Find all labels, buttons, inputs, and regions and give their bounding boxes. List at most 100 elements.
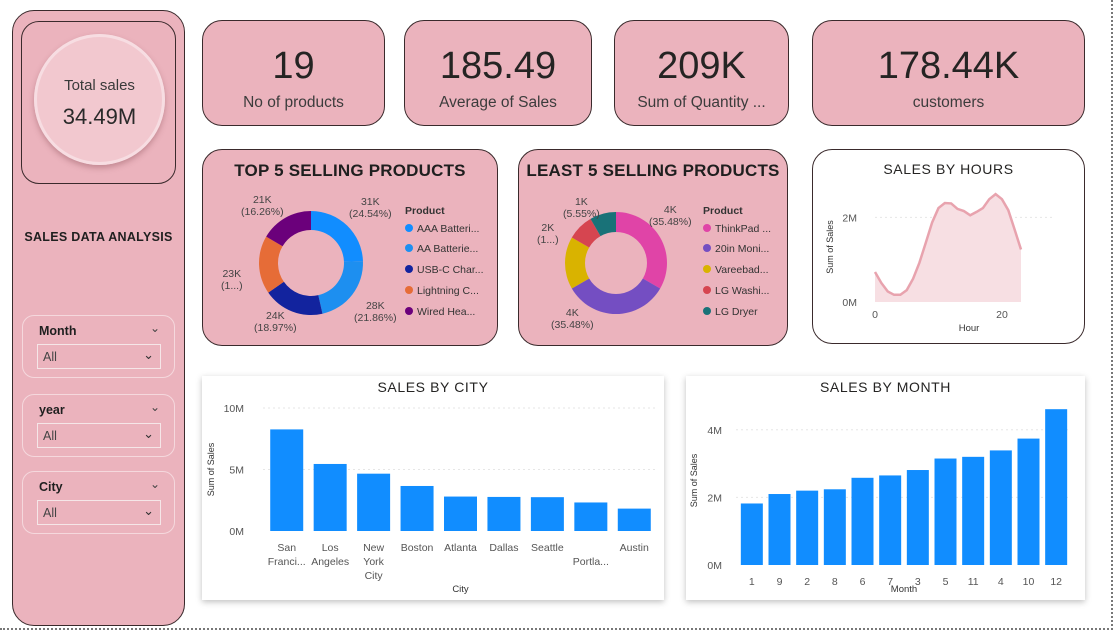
chevron-down-icon[interactable]: ⌄	[150, 321, 160, 335]
city-dropdown[interactable]: All ⌄	[37, 500, 161, 525]
bar	[1045, 409, 1068, 565]
bar	[617, 508, 651, 531]
x-tick-label: 11	[968, 576, 979, 588]
chevron-down-icon: ⌄	[143, 503, 154, 518]
total-sales-value: 34.49M	[62, 104, 137, 129]
kpi-card-customers: 178.44K customers	[812, 20, 1085, 126]
legend-item[interactable]: USB-C Char...	[405, 264, 484, 276]
bar	[400, 485, 434, 531]
x-tick-label: 1	[749, 576, 755, 588]
x-tick-label: 8	[832, 576, 838, 588]
x-tick-label: 4	[998, 576, 1004, 588]
legend-item[interactable]: LG Dryer	[703, 306, 758, 318]
legend-title: Product	[703, 205, 743, 217]
legend-title: Product	[405, 205, 445, 217]
chevron-down-icon: ⌄	[143, 347, 154, 362]
y-tick-label: 10M	[224, 403, 244, 415]
x-tick-label: 12	[1050, 576, 1062, 588]
bar	[270, 429, 304, 531]
bar	[1017, 438, 1040, 565]
bar	[740, 503, 763, 565]
y-tick-label: 2M	[707, 492, 722, 504]
bar	[906, 470, 929, 565]
year-slicer: year ⌄ All ⌄	[22, 394, 175, 457]
x-tick-label: Franci...	[268, 556, 306, 568]
year-dropdown[interactable]: All ⌄	[37, 423, 161, 448]
x-tick-label: York	[363, 556, 384, 568]
legend-item[interactable]: ThinkPad ...	[703, 223, 771, 235]
legend-item[interactable]: LG Washi...	[703, 285, 769, 297]
y-axis-title: Sum of Sales	[206, 442, 216, 496]
x-tick-label: 20	[996, 309, 1008, 321]
donut-label: 1K (5.55%)	[563, 196, 600, 220]
kpi-label: No of products	[243, 94, 344, 111]
y-tick-label: 0M	[229, 526, 244, 538]
x-tick-label: Austin	[620, 542, 649, 554]
kpi-value: 185.49	[439, 45, 557, 87]
y-tick-label: 5M	[229, 465, 244, 477]
x-tick-label: 6	[860, 576, 866, 588]
x-tick-label: Portla...	[573, 556, 609, 568]
bar	[934, 458, 957, 565]
month-dropdown-value: All	[43, 350, 57, 364]
bar	[823, 489, 846, 565]
chevron-down-icon[interactable]: ⌄	[150, 400, 160, 414]
x-axis-title: Month	[891, 584, 917, 595]
x-tick-label: 9	[777, 576, 783, 588]
chevron-down-icon[interactable]: ⌄	[150, 477, 160, 491]
y-tick-label: 4M	[707, 425, 722, 437]
y-axis-title: Sum of Sales	[689, 453, 699, 507]
legend-item[interactable]: Wired Hea...	[405, 306, 475, 318]
legend-item[interactable]: AA Batterie...	[405, 243, 478, 255]
sales-by-city-card: SALES BY CITY 10M 5M 0M San Franci... Los Ange…	[202, 376, 664, 600]
legend-item[interactable]: AAA Batteri...	[405, 223, 479, 235]
bar	[444, 496, 477, 531]
kpi-card-products: 19 No of products	[202, 20, 385, 126]
donut-label: 24K (18.97%)	[254, 310, 297, 334]
x-tick-label: Seattle	[531, 542, 564, 554]
legend-item[interactable]: 20in Moni...	[703, 243, 769, 255]
x-tick-label: 5	[943, 576, 949, 588]
city-slicer: City ⌄ All ⌄	[22, 471, 175, 534]
bar	[487, 496, 521, 531]
x-tick-label: Angeles	[311, 556, 349, 568]
sales-by-month-card: SALES BY MONTH 4M 2M 0M 1 9 2 8 6 7 3 5 11 4 10 12 Mont…	[686, 376, 1085, 600]
legend-item[interactable]: Vareebad...	[703, 264, 769, 276]
sales-by-hours-card: SALES BY HOURS 2M 0M 0 20 Hour Sum of Sales	[812, 149, 1085, 344]
bar	[768, 494, 791, 565]
top5-products-card: TOP 5 SELLING PRODUCTS 31K (24.54%) 28K (2…	[202, 149, 498, 346]
year-slicer-label: year	[39, 403, 65, 417]
kpi-label: Average of Sales	[439, 94, 557, 111]
x-tick-label: Los	[322, 542, 339, 554]
bar	[879, 475, 902, 565]
bar	[962, 456, 985, 565]
sales-by-city-chart: 10M 5M 0M San Franci... Los Angeles New York City…	[206, 403, 656, 595]
donut-label: 2K (1...)	[537, 222, 559, 246]
month-dropdown[interactable]: All ⌄	[37, 344, 161, 369]
month-slicer-label: Month	[39, 324, 77, 338]
sales-by-hours-chart: 2M 0M 0 20 Hour Sum of Sales	[825, 192, 1053, 334]
donut-label: 4K (35.48%)	[551, 307, 594, 331]
total-sales-card: Total sales 34.49M	[21, 21, 176, 184]
y-tick-label: 0M	[842, 297, 857, 309]
legend-item[interactable]: Lightning C...	[405, 285, 479, 297]
bar	[851, 477, 874, 565]
total-sales-label: Total sales	[64, 77, 135, 94]
x-tick-label: New	[363, 542, 384, 554]
kpi-label: customers	[912, 94, 985, 111]
area-fill	[875, 194, 1021, 302]
y-axis-title: Sum of Sales	[825, 220, 835, 274]
y-tick-label: 0M	[707, 560, 722, 572]
x-tick-label: City	[365, 570, 384, 582]
least5-products-card: LEAST 5 SELLING PRODUCTS 4K (35.48%) 4K (3…	[518, 149, 788, 346]
x-tick-label: Boston	[401, 542, 434, 554]
donut-label: 4K (35.48%)	[649, 204, 692, 228]
chevron-down-icon: ⌄	[143, 426, 154, 441]
x-tick-label: San	[277, 542, 296, 554]
bar	[989, 450, 1012, 565]
donut-label: 23K (1...)	[221, 268, 243, 292]
kpi-value: 178.44K	[877, 45, 1020, 87]
kpi-value: 209K	[657, 45, 746, 87]
x-tick-label: Dallas	[489, 542, 518, 554]
x-axis-title: City	[452, 584, 469, 595]
